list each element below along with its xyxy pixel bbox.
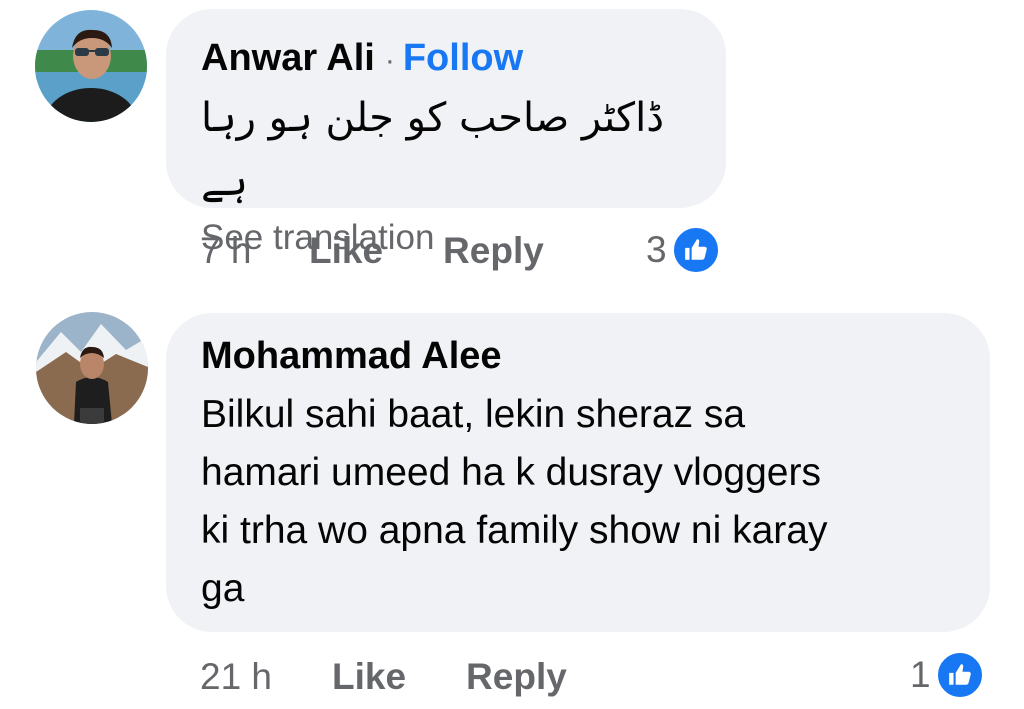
reaction-summary[interactable]: 3 xyxy=(646,225,721,275)
comment-text-line: ki trha wo apna family show ni karay xyxy=(201,509,828,552)
reaction-count: 1 xyxy=(910,654,931,695)
comment-bubble: Anwar Ali · Follow ڈاکٹر صاحب کو جلن ہو … xyxy=(166,9,726,257)
comment-actions: 7 h Like Reply xyxy=(200,230,544,272)
profile-photo xyxy=(36,312,148,424)
comment-text-line: hamari umeed ha k dusray vloggers xyxy=(201,451,821,494)
reaction-summary[interactable]: 1 xyxy=(910,650,985,700)
author-name[interactable]: Anwar Ali xyxy=(201,37,375,80)
reply-button[interactable]: Reply xyxy=(443,230,544,272)
avatar-anwar-ali[interactable] xyxy=(35,10,147,122)
comment-timestamp[interactable]: 21 h xyxy=(200,656,280,698)
like-thumb-icon xyxy=(670,225,721,275)
like-button[interactable]: Like xyxy=(309,230,383,272)
comment-actions: 21 h Like Reply xyxy=(200,656,567,698)
follow-button[interactable]: Follow xyxy=(403,37,523,80)
comment-text: ڈاکٹر صاحب کو جلن ہو رہا ہے xyxy=(201,95,665,205)
avatar-mohammad-alee[interactable] xyxy=(36,312,148,424)
profile-photo xyxy=(35,10,147,122)
reply-button[interactable]: Reply xyxy=(466,656,567,698)
comment-text-line: ga xyxy=(201,567,245,610)
comment-text-line: Bilkul sahi baat, lekin sheraz sa xyxy=(201,393,746,436)
comment-header: Mohammad Alee xyxy=(201,335,990,378)
separator-dot: · xyxy=(384,44,395,77)
comment-header: Anwar Ali · Follow xyxy=(201,37,726,80)
like-button[interactable]: Like xyxy=(332,656,406,698)
comment-text: Bilkul sahi baat, lekin sheraz sa hamari… xyxy=(201,386,990,618)
comment-timestamp[interactable]: 7 h xyxy=(200,230,260,272)
like-thumb-icon xyxy=(934,650,985,700)
author-name[interactable]: Mohammad Alee xyxy=(201,335,502,378)
comment-bubble: Mohammad Alee Bilkul sahi baat, lekin sh… xyxy=(166,313,990,632)
reaction-count: 3 xyxy=(646,229,667,270)
